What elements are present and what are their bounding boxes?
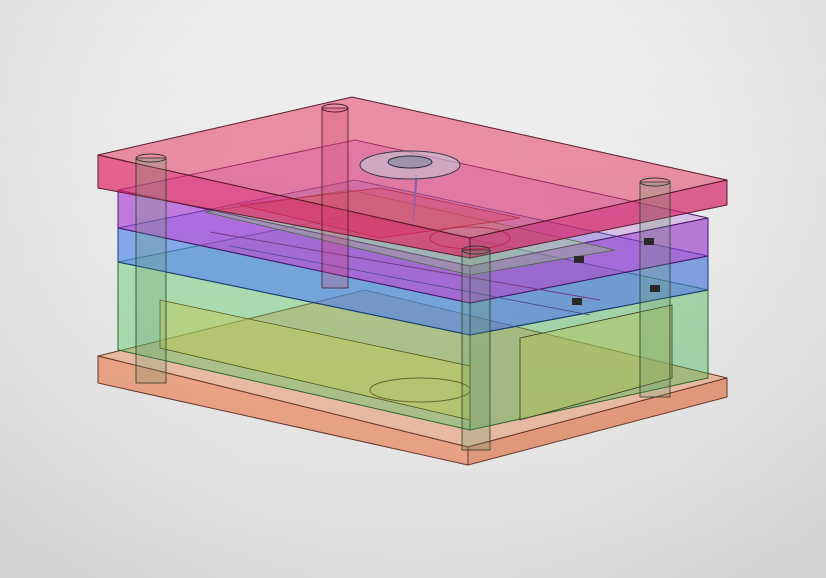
guide-pillar xyxy=(321,103,349,289)
bolt xyxy=(574,256,584,263)
mold-assembly-render xyxy=(0,0,826,578)
bolt xyxy=(644,238,654,245)
guide-pillar xyxy=(135,153,167,384)
bolt xyxy=(650,285,660,292)
guide-pillar xyxy=(461,245,491,451)
bolt xyxy=(572,298,582,305)
cad-viewport[interactable] xyxy=(0,0,826,578)
